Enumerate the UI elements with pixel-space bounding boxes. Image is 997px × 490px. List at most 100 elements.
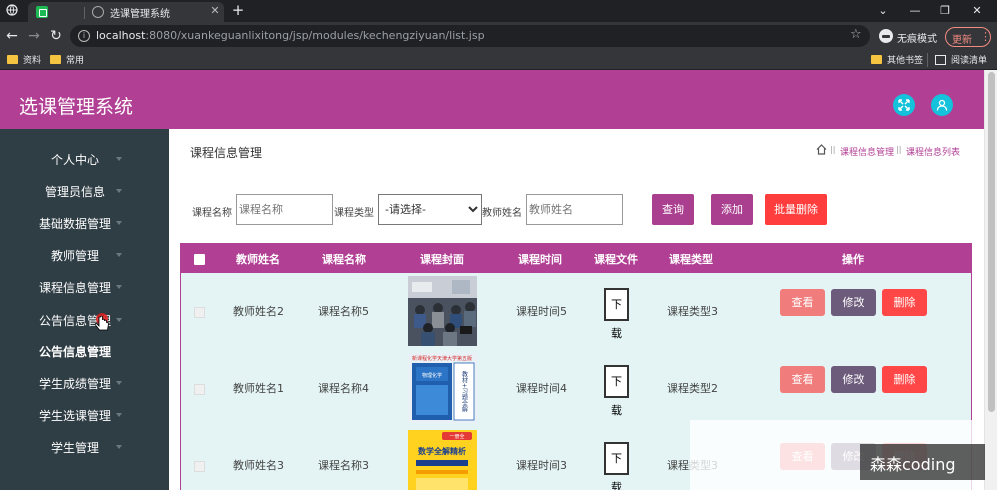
browser-toolbar: ← → ↻ i localhost:8080/xuankeguanlixiton… bbox=[0, 22, 997, 50]
globe-icon bbox=[92, 6, 104, 18]
sidebar-item-base-data[interactable]: 基础数据管理 bbox=[0, 207, 169, 239]
expand-arrows-icon bbox=[898, 99, 910, 111]
browser-tab-active[interactable]: 选课管理系统 ✕ bbox=[28, 2, 224, 22]
column-header: 课程封面 bbox=[420, 253, 464, 266]
breadcrumb-item[interactable]: 课程信息列表 bbox=[906, 145, 960, 158]
cover-text-blue-side: 教材+习题全解 bbox=[461, 370, 468, 413]
course-name-cell: 课程名称4 bbox=[318, 382, 369, 395]
download-button[interactable]: 下载 bbox=[604, 365, 629, 417]
row-checkbox[interactable] bbox=[194, 461, 205, 472]
add-button[interactable]: 添加 bbox=[711, 194, 753, 225]
forward-arrow-icon[interactable]: → bbox=[26, 28, 42, 44]
breadcrumb-item[interactable]: 课程信息管理 bbox=[840, 145, 894, 158]
reading-list[interactable]: 阅读清单 bbox=[935, 53, 997, 67]
delete-button[interactable]: 删除 bbox=[882, 366, 927, 393]
reload-icon[interactable]: ↻ bbox=[48, 28, 64, 44]
sidebar-item-course-info[interactable]: 课程信息管理 bbox=[0, 271, 169, 303]
sidebar-item-grades[interactable]: 学生成绩管理 bbox=[0, 367, 169, 399]
new-tab-button[interactable]: + bbox=[230, 2, 246, 18]
minimize-window-button[interactable]: — bbox=[900, 0, 930, 22]
teacher-name-cell: 教师姓名1 bbox=[233, 382, 284, 395]
bookmark-folder-changyong[interactable]: 常用 bbox=[50, 53, 90, 67]
course-name-cell: 课程名称3 bbox=[318, 459, 369, 472]
mouse-pointer-hand-icon bbox=[94, 313, 109, 331]
home-icon[interactable] bbox=[816, 144, 827, 155]
update-button[interactable]: 更新 ⋮ bbox=[945, 27, 991, 47]
address-bar[interactable]: i localhost:8080/xuankeguanlixitong/jsp/… bbox=[70, 25, 870, 47]
browser-tabstrip: 选课管理系统 ✕ + ⌄ — ❐ ✕ bbox=[0, 0, 997, 22]
sidebar-item-label: 管理员信息 bbox=[44, 185, 105, 199]
caret-down-icon bbox=[116, 253, 122, 257]
download-button[interactable]: 下载 bbox=[604, 288, 629, 340]
site-info-icon[interactable]: i bbox=[78, 30, 90, 42]
folder-icon bbox=[50, 55, 61, 64]
bookmark-label: 资料 bbox=[23, 56, 42, 66]
table-row: 教师姓名2 课程名称5 课程时间5 下载 课程类型3 查看 修改 删除 bbox=[181, 273, 971, 350]
sidebar-item-label: 学生选课管理 bbox=[38, 409, 111, 423]
incognito-indicator[interactable]: 无痕模式 bbox=[877, 28, 941, 46]
row-checkbox[interactable] bbox=[194, 384, 205, 395]
teacher-name-input[interactable] bbox=[526, 194, 623, 225]
reading-list-icon bbox=[935, 55, 946, 65]
tab-search-chevron-icon[interactable]: ⌄ bbox=[868, 0, 898, 22]
update-label: 更新 bbox=[952, 35, 972, 46]
caret-down-icon bbox=[116, 381, 122, 385]
column-header: 课程名称 bbox=[322, 253, 366, 266]
course-cover-image bbox=[408, 276, 477, 346]
bookmark-folder-other[interactable]: 其他书签 bbox=[871, 53, 931, 67]
course-cover-image: 一册全 数学全解精析 bbox=[408, 430, 477, 490]
cover-text-yellow-title: 数学全解精析 bbox=[418, 446, 466, 456]
course-name-input[interactable] bbox=[236, 194, 333, 225]
sidebar-subitem-notice[interactable]: 公告信息管理 bbox=[0, 335, 169, 367]
sidebar-item-teacher[interactable]: 教师管理 bbox=[0, 239, 169, 271]
column-header: 课程文件 bbox=[594, 253, 638, 266]
fullscreen-button[interactable] bbox=[893, 94, 915, 116]
bookmark-folder-ziliao[interactable]: 资料 bbox=[7, 53, 47, 67]
sidebar-item-label: 学生成绩管理 bbox=[38, 377, 111, 391]
page-scrollbar[interactable] bbox=[984, 70, 997, 490]
caret-down-icon bbox=[116, 157, 122, 161]
course-type-select[interactable]: -请选择- bbox=[378, 194, 482, 225]
caret-down-icon bbox=[116, 318, 122, 322]
search-button[interactable]: 查询 bbox=[652, 194, 694, 225]
sidebar-item-label: 公告信息管理 bbox=[38, 314, 111, 328]
caret-down-icon bbox=[116, 189, 122, 193]
download-button[interactable]: 下载 bbox=[604, 442, 629, 490]
close-window-button[interactable]: ✕ bbox=[962, 0, 992, 22]
course-type-cell: 课程类型3 bbox=[667, 305, 718, 318]
table-row: 教师姓名1 课程名称4 新课程化学天津大学第五版 物理化学 教材+习题全解 课程… bbox=[181, 350, 971, 427]
batch-delete-button[interactable]: 批量删除 bbox=[765, 194, 827, 225]
restore-window-button[interactable]: ❐ bbox=[930, 0, 960, 22]
sidebar-item-personal-center[interactable]: 个人中心 bbox=[0, 143, 169, 175]
edit-button[interactable]: 修改 bbox=[831, 289, 876, 316]
app-header: 选课管理系统 bbox=[0, 70, 997, 129]
cover-text-blue-book: 物理化学 bbox=[422, 372, 442, 379]
url-text[interactable]: localhost:8080/xuankeguanlixitong/jsp/mo… bbox=[96, 29, 485, 42]
sidebar-item-admin-info[interactable]: 管理员信息 bbox=[0, 175, 169, 207]
course-type-label: 课程类型 bbox=[334, 208, 374, 219]
url-host: localhost bbox=[96, 29, 146, 42]
sidebar-item-student[interactable]: 学生管理 bbox=[0, 431, 169, 463]
caret-down-icon bbox=[116, 413, 122, 417]
sidebar-item-notice[interactable]: 公告信息管理 bbox=[0, 304, 169, 336]
incognito-label: 无痕模式 bbox=[897, 34, 937, 45]
incognito-icon bbox=[879, 29, 893, 43]
tab-close-icon[interactable]: ✕ bbox=[208, 4, 222, 18]
scrollbar-thumb[interactable] bbox=[988, 72, 995, 412]
back-arrow-icon[interactable]: ← bbox=[4, 28, 20, 44]
bookmark-star-icon[interactable]: ☆ bbox=[850, 27, 862, 42]
select-all-checkbox[interactable] bbox=[194, 254, 205, 265]
teacher-name-cell: 教师姓名2 bbox=[233, 305, 284, 318]
delete-button[interactable]: 删除 bbox=[882, 289, 927, 316]
edit-button[interactable]: 修改 bbox=[831, 366, 876, 393]
folder-icon bbox=[871, 55, 882, 64]
app-title: 选课管理系统 bbox=[19, 96, 134, 118]
sidebar-item-enrollment[interactable]: 学生选课管理 bbox=[0, 399, 169, 431]
row-checkbox[interactable] bbox=[194, 307, 205, 318]
view-button[interactable]: 查看 bbox=[780, 366, 825, 393]
cover-text-blue-top: 新课程化学天津大学第五版 bbox=[412, 355, 472, 362]
sidebar-item-label: 学生管理 bbox=[50, 441, 99, 455]
previous-tab-globe-icon[interactable] bbox=[0, 0, 28, 22]
user-profile-button[interactable] bbox=[931, 94, 953, 116]
view-button[interactable]: 查看 bbox=[780, 289, 825, 316]
